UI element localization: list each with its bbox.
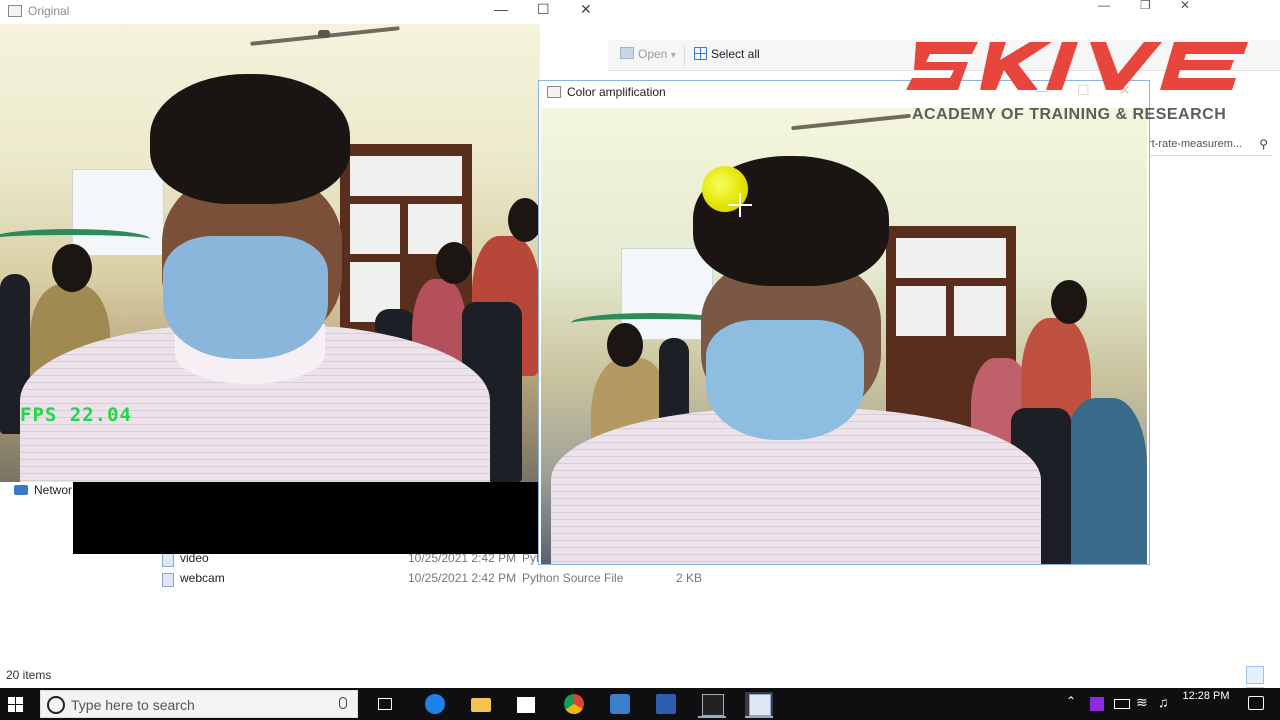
explorer-window-controls: — ❐ ✕ <box>1098 0 1280 14</box>
system-clock[interactable]: 12:28 PM <box>1180 689 1232 703</box>
open-button[interactable]: Open ▾ <box>620 47 676 61</box>
fps-counter: FPS 22.04 <box>20 404 132 426</box>
chrome-icon[interactable] <box>560 692 588 716</box>
logo-tagline: ACADEMY OF TRAINING & RESEARCH <box>912 106 1227 123</box>
open-icon <box>620 47 634 59</box>
terminal-icon[interactable] <box>698 692 726 718</box>
background-person-head <box>607 323 643 367</box>
window-title: Original <box>28 4 70 18</box>
face-mask <box>163 236 328 359</box>
amplified-video-frame <box>541 108 1147 564</box>
background-person-head <box>52 244 92 292</box>
nav-network-item[interactable]: Networ <box>14 483 72 497</box>
maximize-button[interactable]: ☐ <box>537 1 550 18</box>
door-pane <box>896 238 1006 278</box>
background-person-head <box>1051 280 1087 324</box>
original-video-frame: FPS 22.04 <box>0 24 540 482</box>
door-pane <box>350 204 400 254</box>
word-icon[interactable] <box>652 692 680 716</box>
open-dropdown-icon[interactable]: ▾ <box>671 50 676 61</box>
window-title: Color amplification <box>567 85 666 99</box>
person-hair <box>150 74 350 204</box>
black-overlay-box <box>73 482 538 554</box>
python-file-icon <box>162 573 174 587</box>
door-pane <box>954 286 1006 336</box>
door-pane <box>350 156 462 196</box>
start-button[interactable] <box>0 688 30 720</box>
mouse-cursor <box>739 193 741 217</box>
cortana-icon <box>47 696 65 714</box>
ceiling-fan <box>791 113 911 131</box>
door-pane <box>896 286 946 336</box>
ceiling-fan-hub <box>318 30 330 38</box>
skive-logo: ACADEMY OF TRAINING & RESEARCH <box>906 36 1252 126</box>
python-file-icon <box>162 553 174 567</box>
network-icon <box>14 485 28 495</box>
search-icon[interactable]: ⚲ <box>1259 133 1268 155</box>
skive-wordmark <box>906 42 1248 90</box>
file-explorer-icon[interactable] <box>467 692 495 716</box>
minimize-button[interactable]: — <box>494 1 508 17</box>
explorer-search-input[interactable]: rt-rate-measurem... ⚲ <box>1148 133 1272 156</box>
select-all-icon <box>694 47 707 60</box>
explorer-restore-button[interactable]: ❐ <box>1140 0 1151 12</box>
file-type: Python Source File <box>522 571 624 585</box>
details-view-button[interactable] <box>1246 666 1264 684</box>
face-mask <box>706 320 864 440</box>
window-app-icon <box>547 86 561 98</box>
file-row[interactable]: webcam 10/25/2021 2:42 PM Python Source … <box>162 570 722 588</box>
select-all-button[interactable]: Select all <box>694 47 760 61</box>
task-view-icon[interactable] <box>372 692 400 716</box>
file-size: 2 KB <box>676 571 703 585</box>
ribbon-divider <box>684 46 685 66</box>
explorer-minimize-button[interactable]: — <box>1098 0 1110 12</box>
color-amplification-window: Color amplification — ☐ ✕ <box>538 80 1150 565</box>
background-person-head <box>436 242 472 284</box>
microphone-icon[interactable] <box>339 697 347 709</box>
explorer-close-button[interactable]: ✕ <box>1180 0 1190 12</box>
close-button[interactable]: ✕ <box>580 1 592 18</box>
store-icon[interactable] <box>513 692 541 716</box>
background-person-head <box>508 198 540 242</box>
file-date: 10/25/2021 2:42 PM <box>408 571 517 585</box>
window-app-icon <box>8 5 22 17</box>
python-window-icon[interactable] <box>745 692 773 718</box>
notification-center-icon[interactable] <box>1248 696 1264 710</box>
original-title-bar[interactable]: Original — ☐ ✕ <box>0 0 608 22</box>
original-window: Original — ☐ ✕ FPS 22.04 <box>0 0 608 483</box>
windows-taskbar: Type here to search ⌃ ≋ ♫ 12:28 PM <box>0 688 1280 720</box>
file-name: webcam <box>180 571 225 585</box>
item-count: 20 items <box>6 668 52 682</box>
camera-app-icon[interactable] <box>606 692 634 716</box>
background-person <box>1061 398 1147 564</box>
edge-icon[interactable] <box>421 692 449 716</box>
taskbar-search-input[interactable]: Type here to search <box>40 690 358 718</box>
